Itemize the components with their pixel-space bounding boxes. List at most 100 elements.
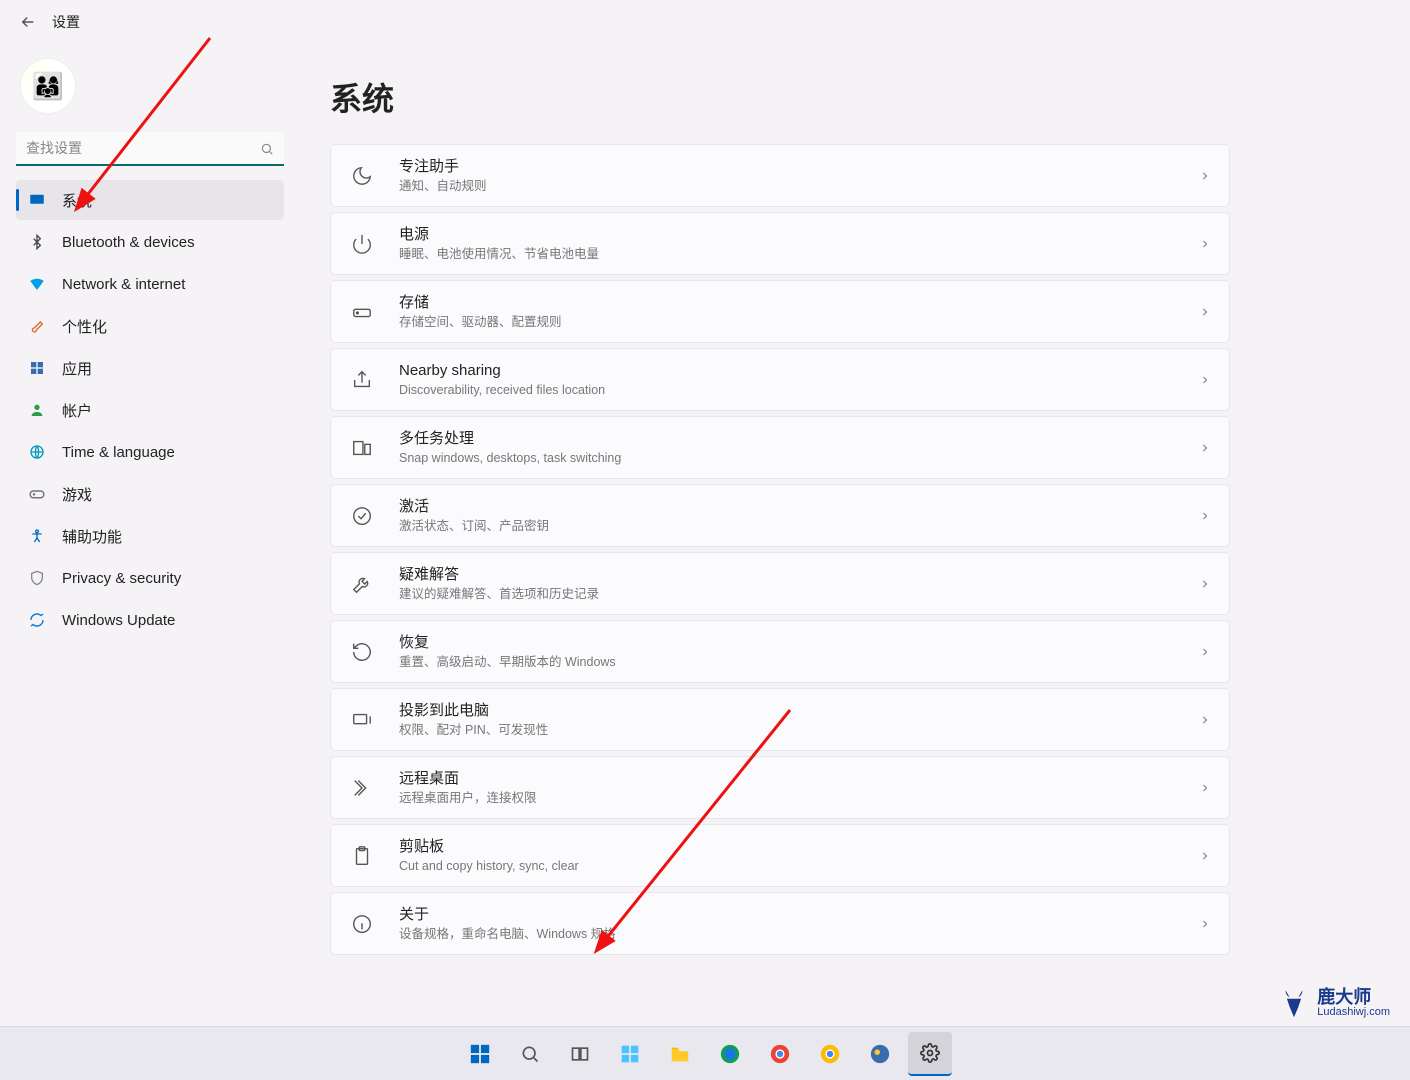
bluetooth-icon	[26, 231, 48, 253]
settings-card-about[interactable]: 关于设备规格，重命名电脑、Windows 规格	[330, 892, 1230, 955]
sidebar-item-system[interactable]: 系统	[16, 180, 284, 220]
chevron-right-icon	[1199, 306, 1211, 318]
settings-card-storage[interactable]: 存储存储空间、驱动器、配置规则	[330, 280, 1230, 343]
deer-icon	[1277, 986, 1311, 1020]
card-title: 激活	[399, 497, 1199, 517]
brush-icon	[26, 315, 48, 337]
project-icon	[349, 707, 375, 733]
avatar[interactable]: 👨‍👩‍👧	[20, 58, 76, 114]
card-subtitle: 权限、配对 PIN、可发现性	[399, 722, 1199, 738]
settings-card-multitasking[interactable]: 多任务处理Snap windows, desktops, task switch…	[330, 416, 1230, 479]
taskbar-taskview[interactable]	[558, 1032, 602, 1076]
chevron-right-icon	[1199, 714, 1211, 726]
chevron-right-icon	[1199, 442, 1211, 454]
card-subtitle: 设备规格，重命名电脑、Windows 规格	[399, 926, 1199, 942]
sidebar-item-label: 系统	[62, 190, 92, 211]
chevron-right-icon	[1199, 850, 1211, 862]
sidebar-item-privacy[interactable]: Privacy & security	[16, 558, 284, 598]
globe-icon	[26, 441, 48, 463]
card-title: 专注助手	[399, 157, 1199, 177]
sidebar-item-label: Bluetooth & devices	[62, 234, 195, 251]
card-subtitle: 存储空间、驱动器、配置规则	[399, 314, 1199, 330]
settings-card-nearby-sharing[interactable]: Nearby sharingDiscoverability, received …	[330, 348, 1230, 411]
card-title: 电源	[399, 225, 1199, 245]
card-subtitle: 建议的疑难解答、首选项和历史记录	[399, 586, 1199, 602]
card-subtitle: 通知、自动规则	[399, 178, 1199, 194]
sidebar-item-label: Time & language	[62, 444, 175, 461]
taskbar-chrome-2[interactable]	[808, 1032, 852, 1076]
wifi-icon	[26, 273, 48, 295]
card-title: 剪贴板	[399, 837, 1199, 857]
sidebar-item-bluetooth[interactable]: Bluetooth & devices	[16, 222, 284, 262]
chevron-right-icon	[1199, 578, 1211, 590]
sync-icon	[26, 609, 48, 631]
settings-card-focus-assist[interactable]: 专注助手通知、自动规则	[330, 144, 1230, 207]
multitask-icon	[349, 435, 375, 461]
sidebar-item-accounts[interactable]: 帐户	[16, 390, 284, 430]
settings-card-projecting[interactable]: 投影到此电脑权限、配对 PIN、可发现性	[330, 688, 1230, 751]
sidebar-item-label: 个性化	[62, 316, 107, 337]
sidebar-item-label: Privacy & security	[62, 570, 181, 587]
watermark-url: Ludashiwj.com	[1317, 1007, 1390, 1019]
card-title: 恢复	[399, 633, 1199, 653]
chevron-right-icon	[1199, 510, 1211, 522]
watermark: 鹿大师 Ludashiwj.com	[1277, 986, 1390, 1020]
settings-card-clipboard[interactable]: 剪贴板Cut and copy history, sync, clear	[330, 824, 1230, 887]
back-button[interactable]	[16, 10, 40, 34]
card-subtitle: 远程桌面用户，连接权限	[399, 790, 1199, 806]
sidebar-item-gaming[interactable]: 游戏	[16, 474, 284, 514]
settings-card-troubleshoot[interactable]: 疑难解答建议的疑难解答、首选项和历史记录	[330, 552, 1230, 615]
chevron-right-icon	[1199, 782, 1211, 794]
card-title: Nearby sharing	[399, 361, 1199, 381]
share-icon	[349, 367, 375, 393]
chevron-right-icon	[1199, 646, 1211, 658]
clipboard-icon	[349, 843, 375, 869]
settings-card-remote-desktop[interactable]: 远程桌面远程桌面用户，连接权限	[330, 756, 1230, 819]
display-icon	[26, 189, 48, 211]
settings-card-activation[interactable]: 激活激活状态、订阅、产品密钥	[330, 484, 1230, 547]
taskbar-chrome[interactable]	[758, 1032, 802, 1076]
sidebar-item-accessibility[interactable]: 辅助功能	[16, 516, 284, 556]
sidebar-item-network[interactable]: Network & internet	[16, 264, 284, 304]
info-icon	[349, 911, 375, 937]
search-input[interactable]	[16, 132, 284, 166]
moon-icon	[349, 163, 375, 189]
taskbar-settings[interactable]	[908, 1032, 952, 1076]
sidebar-item-label: Network & internet	[62, 276, 185, 293]
taskbar	[0, 1026, 1410, 1080]
watermark-title: 鹿大师	[1317, 988, 1390, 1007]
taskbar-explorer[interactable]	[658, 1032, 702, 1076]
taskbar-widgets[interactable]	[608, 1032, 652, 1076]
sidebar-item-windows-update[interactable]: Windows Update	[16, 600, 284, 640]
card-subtitle: 睡眠、电池使用情况、节省电池电量	[399, 246, 1199, 262]
chevron-right-icon	[1199, 918, 1211, 930]
card-subtitle: Discoverability, received files location	[399, 382, 1199, 398]
storage-icon	[349, 299, 375, 325]
taskbar-edge[interactable]	[708, 1032, 752, 1076]
sidebar-item-apps[interactable]: 应用	[16, 348, 284, 388]
settings-card-power[interactable]: 电源睡眠、电池使用情况、节省电池电量	[330, 212, 1230, 275]
taskbar-start[interactable]	[458, 1032, 502, 1076]
gamepad-icon	[26, 483, 48, 505]
card-title: 疑难解答	[399, 565, 1199, 585]
taskbar-search[interactable]	[508, 1032, 552, 1076]
card-title: 关于	[399, 905, 1199, 925]
check-icon	[349, 503, 375, 529]
apps-icon	[26, 357, 48, 379]
power-icon	[349, 231, 375, 257]
wrench-icon	[349, 571, 375, 597]
taskbar-app[interactable]	[858, 1032, 902, 1076]
sidebar-item-label: Windows Update	[62, 612, 175, 629]
card-title: 远程桌面	[399, 769, 1199, 789]
sidebar-item-time-language[interactable]: Time & language	[16, 432, 284, 472]
settings-card-recovery[interactable]: 恢复重置、高级启动、早期版本的 Windows	[330, 620, 1230, 683]
window-title: 设置	[52, 12, 80, 32]
card-title: 投影到此电脑	[399, 701, 1199, 721]
recover-icon	[349, 639, 375, 665]
sidebar-item-label: 帐户	[62, 400, 92, 421]
sidebar-item-label: 应用	[62, 358, 92, 379]
remote-icon	[349, 775, 375, 801]
card-subtitle: Snap windows, desktops, task switching	[399, 450, 1199, 466]
sidebar-item-personalization[interactable]: 个性化	[16, 306, 284, 346]
card-subtitle: Cut and copy history, sync, clear	[399, 858, 1199, 874]
